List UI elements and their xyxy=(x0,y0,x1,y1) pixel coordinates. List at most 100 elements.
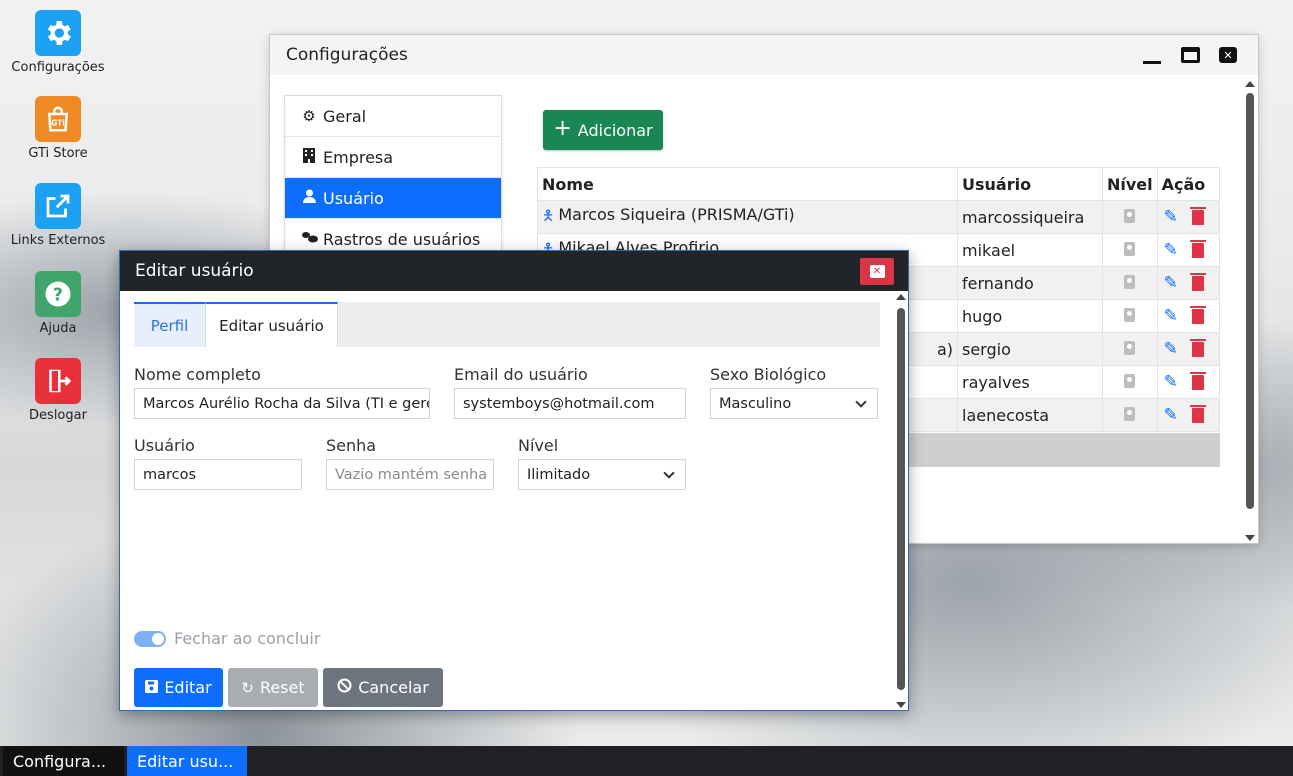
trash-icon[interactable] xyxy=(1189,239,1206,258)
menu-item-empresa[interactable]: Empresa xyxy=(285,137,501,178)
scroll-down-icon[interactable] xyxy=(896,702,906,708)
edit-pencil-icon[interactable]: ✎ xyxy=(1164,372,1178,392)
tab-editar-usuario[interactable]: Editar usuário xyxy=(205,302,338,347)
cell-usuario: sergio xyxy=(957,332,1103,366)
menu-item-label: Usuário xyxy=(323,188,384,208)
sexo-select[interactable]: Masculino xyxy=(710,388,878,419)
menu-item-geral[interactable]: ⚙ Geral xyxy=(285,96,501,137)
senha-label: Senha xyxy=(326,436,377,455)
scroll-up-icon[interactable] xyxy=(1245,81,1255,87)
cell-nivel xyxy=(1102,332,1158,366)
dialog-titlebar[interactable]: Editar usuário ✕ xyxy=(120,251,908,291)
minimize-button[interactable] xyxy=(1142,46,1162,64)
level-badge-icon[interactable] xyxy=(1124,406,1136,421)
cell-usuario: rayalves xyxy=(957,365,1103,399)
close-icon: ✕ xyxy=(1219,47,1237,63)
desktop-icon-gti-store[interactable]: GTi GTi Store xyxy=(3,96,113,161)
edit-pencil-icon[interactable]: ✎ xyxy=(1164,273,1178,293)
level-badge-icon[interactable] xyxy=(1124,208,1136,223)
close-button[interactable]: ✕ xyxy=(1218,46,1238,64)
trash-icon[interactable] xyxy=(1189,206,1206,225)
settings-menu: ⚙ Geral Empresa Usuário Rastros de usuár… xyxy=(284,95,502,261)
desktop-icon-ajuda[interactable]: ? Ajuda xyxy=(3,271,113,336)
menu-item-usuario[interactable]: Usuário xyxy=(285,178,501,219)
trash-icon[interactable] xyxy=(1189,305,1206,324)
desktop-icon-deslogar[interactable]: Deslogar xyxy=(3,358,113,423)
level-badge-icon[interactable] xyxy=(1124,274,1136,289)
logout-icon xyxy=(35,358,81,404)
nome-input[interactable]: Marcos Aurélio Rocha da Silva (TI e gere xyxy=(134,388,430,419)
column-header-nome[interactable]: Nome xyxy=(537,167,958,201)
maximize-button[interactable] xyxy=(1180,46,1200,64)
chevron-down-icon xyxy=(855,396,867,408)
cell-acao: ✎ xyxy=(1156,299,1221,333)
external-link-icon xyxy=(35,183,81,229)
usuario-input[interactable]: marcos xyxy=(134,459,302,490)
dialog-scrollbar[interactable] xyxy=(895,292,907,710)
dialog-tabs: Perfil Editar usuário xyxy=(134,302,880,347)
ban-icon xyxy=(337,678,352,697)
add-button-label: Adicionar xyxy=(577,120,653,140)
nome-label: Nome completo xyxy=(134,365,261,384)
trash-icon[interactable] xyxy=(1189,371,1206,390)
menu-item-label: Geral xyxy=(323,106,367,126)
cell-nivel xyxy=(1102,233,1158,267)
edit-pencil-icon[interactable]: ✎ xyxy=(1164,405,1178,425)
desktop-icon-configuracoes[interactable]: Configurações xyxy=(3,10,113,75)
menu-item-label: Rastros de usuários xyxy=(323,229,481,249)
close-on-finish-toggle[interactable] xyxy=(134,630,166,647)
tab-perfil[interactable]: Perfil xyxy=(134,302,205,347)
cell-nivel xyxy=(1102,266,1158,300)
plus-icon: + xyxy=(553,116,572,141)
window-titlebar[interactable]: Configurações ✕ xyxy=(270,35,1258,75)
close-on-finish-row: Fechar ao concluir xyxy=(134,629,320,648)
level-badge-icon[interactable] xyxy=(1124,241,1136,256)
email-input[interactable]: systemboys@hotmail.com xyxy=(454,388,686,419)
senha-input[interactable]: Vazio mantém senha xyxy=(326,459,494,490)
column-header-usuario[interactable]: Usuário xyxy=(957,167,1103,201)
trash-icon[interactable] xyxy=(1189,272,1206,291)
cell-acao: ✎ xyxy=(1156,233,1221,267)
level-badge-icon[interactable] xyxy=(1124,373,1136,388)
taskbar-item-configuracoes[interactable]: Configura... xyxy=(3,746,124,776)
email-label: Email do usuário xyxy=(454,365,588,384)
nivel-selected-value: Ilimitado xyxy=(527,466,591,483)
chevron-down-icon xyxy=(663,467,675,479)
dialog-close-button[interactable]: ✕ xyxy=(860,258,894,285)
cancel-button-label: Cancelar xyxy=(358,678,429,697)
level-badge-icon[interactable] xyxy=(1124,340,1136,355)
scrollbar-thumb[interactable] xyxy=(897,308,905,690)
cell-acao: ✎ xyxy=(1156,332,1221,366)
edit-pencil-icon[interactable]: ✎ xyxy=(1164,339,1178,359)
edit-pencil-icon[interactable]: ✎ xyxy=(1164,207,1178,227)
maximize-icon xyxy=(1180,47,1200,63)
svg-text:?: ? xyxy=(53,285,63,305)
taskbar-item-editar-usuario[interactable]: Editar usu... xyxy=(127,746,247,776)
save-icon xyxy=(145,679,159,697)
close-icon: ✕ xyxy=(869,265,885,278)
scrollbar[interactable] xyxy=(1244,79,1256,543)
cell-acao: ✎ xyxy=(1156,398,1221,432)
edit-pencil-icon[interactable]: ✎ xyxy=(1164,306,1178,326)
scroll-down-icon[interactable] xyxy=(1245,535,1255,541)
reset-button[interactable]: ↻ Reset xyxy=(228,668,318,707)
cell-usuario: laenecosta xyxy=(957,398,1103,432)
edit-pencil-icon[interactable]: ✎ xyxy=(1164,240,1178,260)
cell-nivel xyxy=(1102,365,1158,399)
edit-button[interactable]: Editar xyxy=(134,668,223,707)
desktop-icon-links-externos[interactable]: Links Externos xyxy=(3,183,113,248)
window-title: Configurações xyxy=(286,45,408,65)
desktop-icon-label: Configurações xyxy=(11,60,105,75)
scrollbar-thumb[interactable] xyxy=(1246,93,1254,509)
cancel-button[interactable]: Cancelar xyxy=(323,668,443,707)
add-user-button[interactable]: + Adicionar xyxy=(543,110,663,150)
gear-icon: ⚙ xyxy=(302,107,316,125)
level-badge-icon[interactable] xyxy=(1124,307,1136,322)
column-header-nivel[interactable]: Nível xyxy=(1102,167,1158,201)
footprints-icon xyxy=(301,230,318,248)
user-icon xyxy=(301,189,317,207)
scroll-up-icon[interactable] xyxy=(896,294,906,300)
trash-icon[interactable] xyxy=(1189,338,1206,357)
nivel-select[interactable]: Ilimitado xyxy=(518,459,686,490)
trash-icon[interactable] xyxy=(1189,404,1206,423)
